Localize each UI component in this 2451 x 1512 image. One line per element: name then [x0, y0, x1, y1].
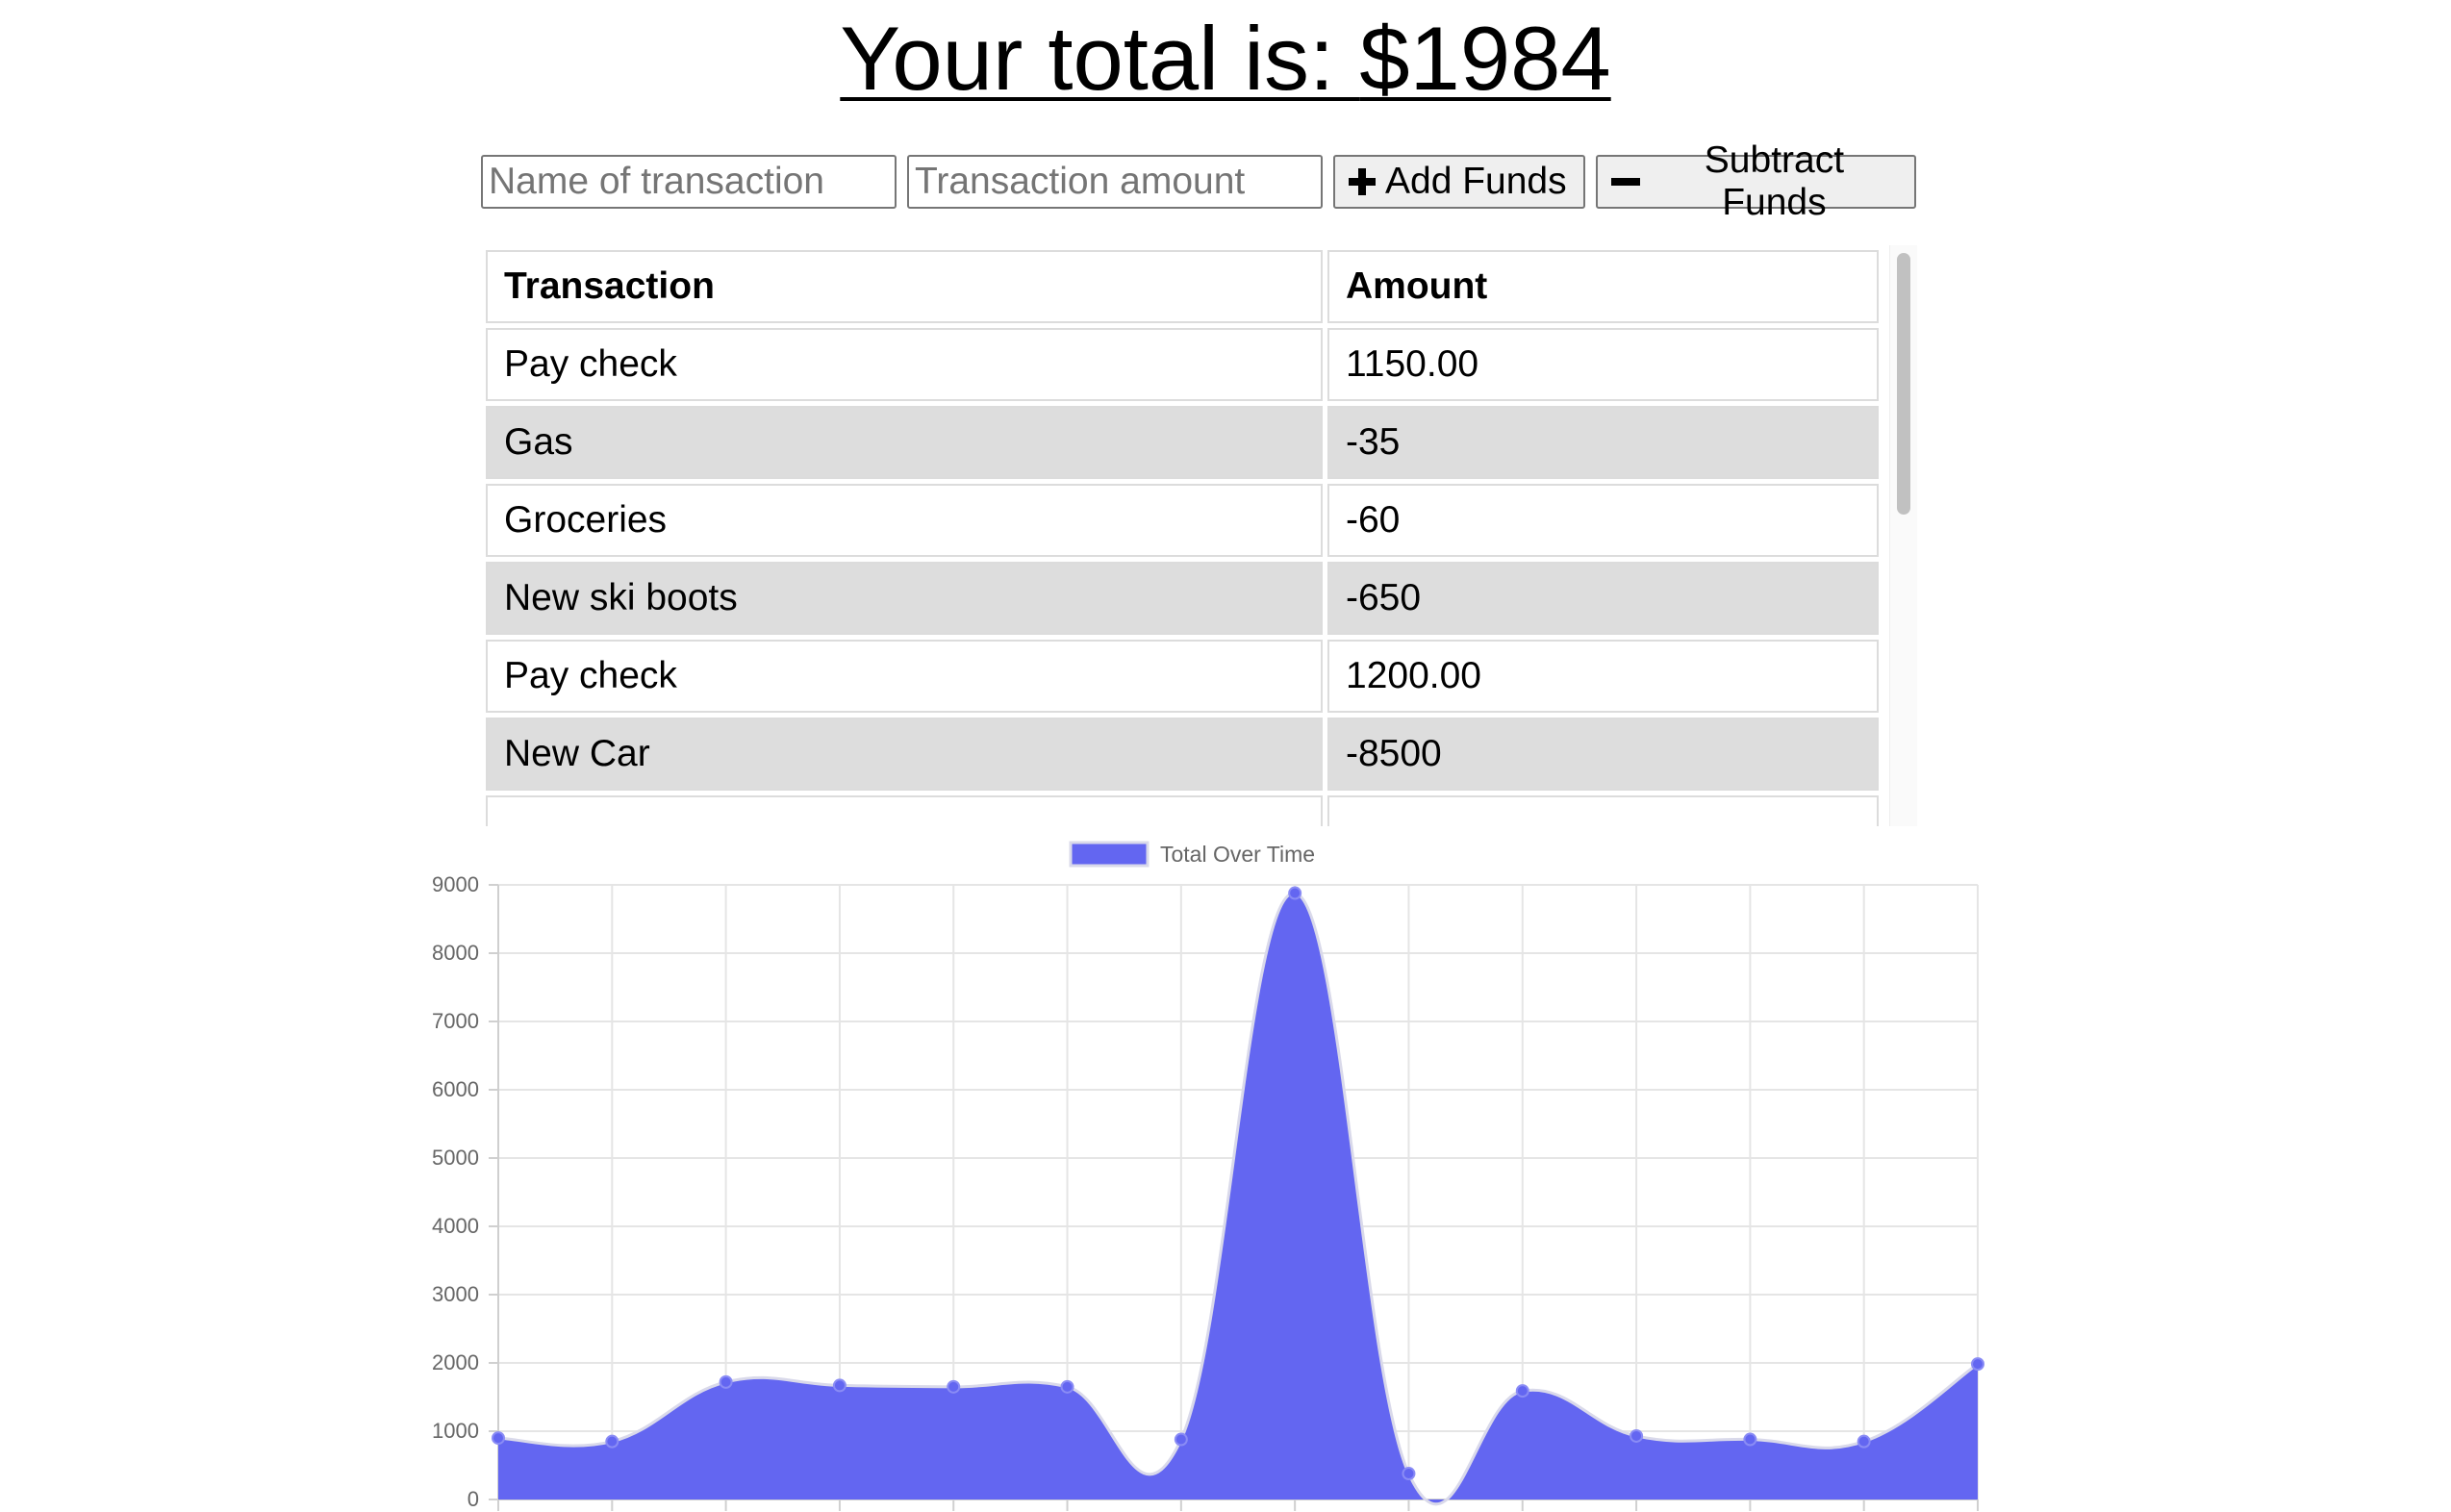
- budget-tracker-page: Your total is: $1984 Add Funds Subtract …: [0, 0, 2451, 1512]
- y-tick-label: 9000: [432, 872, 479, 896]
- add-funds-button[interactable]: Add Funds: [1333, 155, 1585, 209]
- table-row: Pay check 1150.00: [486, 328, 1879, 401]
- transaction-name-cell: New Car: [486, 718, 1323, 791]
- add-funds-label: Add Funds: [1385, 161, 1567, 202]
- transaction-amount-cell: 1200.00: [1327, 640, 1879, 713]
- transaction-amount-cell: 1150.00: [1327, 328, 1879, 401]
- y-tick-label: 4000: [432, 1214, 479, 1238]
- total-label: Your total is:: [840, 8, 1360, 109]
- minus-icon: [1611, 168, 1640, 195]
- data-point: [492, 1431, 505, 1446]
- table-row-partial: [486, 795, 1879, 826]
- data-point: [1743, 1432, 1757, 1447]
- transactions-table-container[interactable]: Transaction Amount Pay check 1150.00 Gas…: [481, 245, 1924, 826]
- data-point: [719, 1374, 733, 1389]
- data-point: [947, 1379, 961, 1394]
- plus-icon: [1349, 168, 1376, 195]
- y-tick-label: 6000: [432, 1077, 479, 1101]
- legend-swatch: [1069, 841, 1150, 868]
- table-row: Groceries -60: [486, 484, 1879, 557]
- table-scrollbar[interactable]: [1889, 245, 1917, 826]
- data-point: [1174, 1432, 1188, 1447]
- transaction-name-cell: Pay check: [486, 328, 1323, 401]
- transaction-name-cell: Gas: [486, 406, 1323, 479]
- transaction-name-cell: New ski boots: [486, 562, 1323, 635]
- transaction-amount-cell: -650: [1327, 562, 1879, 635]
- y-tick-label: 8000: [432, 941, 479, 965]
- data-point: [1402, 1467, 1416, 1481]
- data-point: [1515, 1384, 1529, 1399]
- series-area-fill: [498, 893, 1978, 1504]
- data-point: [1857, 1434, 1871, 1449]
- subtract-funds-button[interactable]: Subtract Funds: [1596, 139, 1916, 223]
- transaction-name-cell: Groceries: [486, 484, 1323, 557]
- total-amount: $1984: [1359, 8, 1611, 109]
- transaction-amount-cell: -8500: [1327, 718, 1879, 791]
- transaction-form: Add Funds Subtract Funds: [481, 139, 1916, 223]
- column-header-transaction: Transaction: [486, 250, 1323, 323]
- y-tick-label: 3000: [432, 1282, 479, 1306]
- y-tick-label: 7000: [432, 1009, 479, 1033]
- legend-label: Total Over Time: [1160, 842, 1315, 867]
- scrollbar-thumb[interactable]: [1897, 253, 1910, 515]
- data-point: [1971, 1357, 1984, 1372]
- transaction-amount-cell: [1327, 795, 1879, 826]
- data-point: [1288, 886, 1302, 900]
- y-tick-label: 5000: [432, 1146, 479, 1170]
- subtract-funds-label: Subtract Funds: [1704, 139, 1845, 223]
- data-point: [1630, 1428, 1644, 1443]
- table-row: New Car -8500: [486, 718, 1879, 791]
- table-row: Gas -35: [486, 406, 1879, 479]
- transactions-table: Transaction Amount Pay check 1150.00 Gas…: [481, 245, 1883, 826]
- transaction-amount-cell: -60: [1327, 484, 1879, 557]
- table-row: New ski boots -650: [486, 562, 1879, 635]
- transaction-amount-input[interactable]: [907, 155, 1323, 209]
- transaction-name-cell: Pay check: [486, 640, 1323, 713]
- y-tick-label: 1000: [432, 1419, 479, 1443]
- transaction-amount-cell: -35: [1327, 406, 1879, 479]
- table-header-row: Transaction Amount: [486, 250, 1879, 323]
- data-point: [832, 1378, 846, 1393]
- transaction-name-cell: [486, 795, 1323, 826]
- total-over-time-chart: 0 1000 2000 3000 4000 5000 6000 7000 8000 9000 Tot…: [432, 841, 1984, 1511]
- page-title: Your total is: $1984: [0, 6, 2451, 112]
- y-tick-label: 0: [467, 1487, 479, 1511]
- column-header-amount: Amount: [1327, 250, 1879, 323]
- data-point: [605, 1434, 619, 1449]
- data-point: [1060, 1379, 1074, 1394]
- transaction-name-input[interactable]: [481, 155, 897, 209]
- table-row: Pay check 1200.00: [486, 640, 1879, 713]
- y-tick-label: 2000: [432, 1350, 479, 1374]
